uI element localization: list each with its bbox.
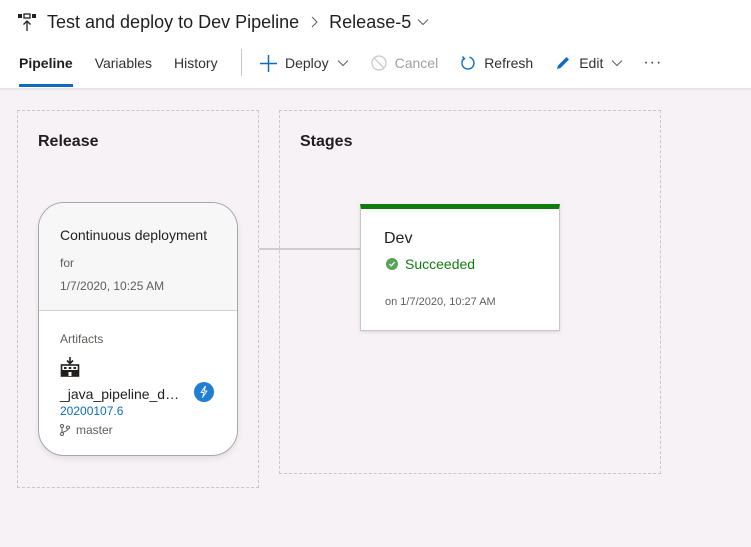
chevron-right-icon <box>311 16 318 28</box>
title-bar: Test and deploy to Dev Pipeline Release-… <box>17 10 429 34</box>
toolbar: Deploy Cancel Refresh Edit ··· <box>260 53 662 73</box>
lightning-icon <box>200 386 208 398</box>
cancel-button[interactable]: Cancel <box>370 55 439 71</box>
stage-status-label: Succeeded <box>405 256 476 272</box>
cancel-label: Cancel <box>394 55 439 71</box>
trigger-for-label: for <box>60 256 75 270</box>
connector-line <box>259 248 360 250</box>
branch-name: master <box>76 423 113 437</box>
tab-bar: Pipeline Variables History <box>19 53 240 89</box>
toolbar-divider <box>241 49 242 76</box>
artifact-version[interactable]: 20200107.6 <box>60 404 237 418</box>
release-name[interactable]: Release-5 <box>329 12 411 33</box>
release-group-title: Release <box>38 133 99 150</box>
edit-label: Edit <box>579 55 604 71</box>
tab-variables[interactable]: Variables <box>95 53 152 89</box>
release-pipeline-icon <box>18 13 36 31</box>
tab-history[interactable]: History <box>174 53 218 89</box>
deploy-button[interactable]: Deploy <box>260 54 349 72</box>
stage-status: Succeeded <box>386 256 475 272</box>
pipeline-title[interactable]: Test and deploy to Dev Pipeline <box>47 12 299 33</box>
header: Test and deploy to Dev Pipeline Release-… <box>0 0 751 89</box>
more-actions-button[interactable]: ··· <box>643 54 662 72</box>
plus-icon <box>260 54 277 72</box>
tab-pipeline[interactable]: Pipeline <box>19 53 73 89</box>
chevron-down-icon <box>337 60 348 67</box>
pencil-icon <box>557 57 570 69</box>
cancel-icon <box>370 55 387 71</box>
chevron-down-icon <box>611 60 623 67</box>
trigger-section[interactable]: Continuous deployment for 1/7/2020, 10:2… <box>39 203 237 311</box>
edit-button[interactable]: Edit <box>555 55 623 71</box>
trigger-date: 1/7/2020, 10:25 AM <box>60 279 165 293</box>
success-check-icon <box>386 258 398 270</box>
trigger-title: Continuous deployment <box>60 227 208 243</box>
refresh-icon <box>461 56 475 70</box>
stages-group-title: Stages <box>300 133 353 150</box>
deploy-label: Deploy <box>285 55 329 71</box>
stage-date: on 1/7/2020, 10:27 AM <box>385 296 496 308</box>
refresh-button[interactable]: Refresh <box>460 55 533 71</box>
artifact-card: Continuous deployment for 1/7/2020, 10:2… <box>38 202 238 456</box>
artifacts-label: Artifacts <box>60 332 104 346</box>
stage-name: Dev <box>384 230 413 247</box>
artifact-branch: master <box>60 423 237 437</box>
continuous-deployment-trigger-button[interactable] <box>194 382 214 402</box>
build-artifact-icon <box>60 357 80 377</box>
branch-icon <box>60 424 70 436</box>
artifacts-section: Artifacts _java_pipeline_d… 20200107.6 m… <box>39 311 237 437</box>
chevron-down-icon[interactable] <box>417 18 429 26</box>
refresh-label: Refresh <box>484 55 534 71</box>
stage-card-dev[interactable]: Dev Succeeded on 1/7/2020, 10:27 AM <box>360 204 560 331</box>
